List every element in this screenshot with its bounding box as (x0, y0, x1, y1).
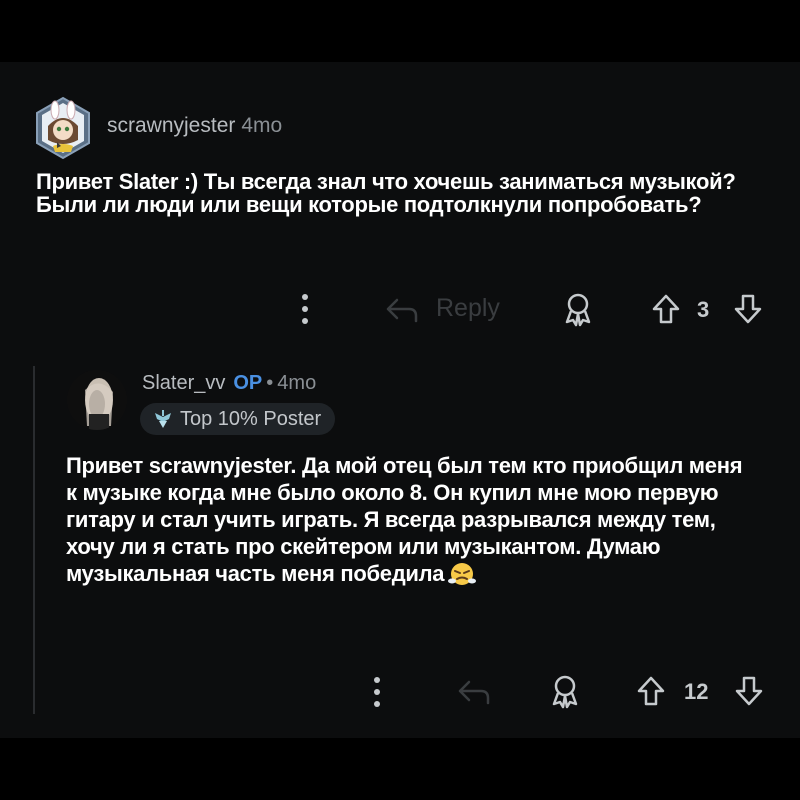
achievement-badge[interactable]: Top 10% Poster (140, 403, 336, 435)
comment-body: Привет scrawnyjester. Да мой отец был те… (66, 452, 756, 587)
reply-icon[interactable] (385, 296, 419, 324)
reply-button[interactable]: Reply (436, 294, 500, 323)
upvote-icon[interactable] (651, 293, 681, 325)
downvote-icon[interactable] (734, 675, 764, 707)
comment-age: 4mo (241, 114, 283, 137)
upvote-icon[interactable] (636, 675, 666, 707)
comment-author[interactable]: Slater_vv OP • 4mo (142, 372, 316, 395)
award-icon[interactable] (561, 291, 595, 327)
more-options-icon[interactable] (370, 675, 384, 709)
comment-age: 4mo (277, 372, 317, 394)
separator: • (266, 372, 274, 394)
triumph-face-emoji (448, 563, 477, 585)
comment-text: Привет scrawnyjester. Да мой отец был те… (66, 453, 743, 586)
award-icon[interactable] (548, 673, 582, 709)
thread-line[interactable] (33, 366, 35, 714)
more-options-icon[interactable] (298, 292, 312, 326)
username[interactable]: Slater_vv (142, 372, 225, 394)
op-badge: OP (233, 372, 263, 394)
top-poster-icon (155, 410, 171, 428)
reply-icon[interactable] (457, 678, 491, 706)
vote-count: 12 (684, 679, 709, 704)
comment-body: Привет Slater :) Ты всегда знал что хоче… (36, 169, 736, 217)
badge-label: Top 10% Poster (180, 408, 322, 430)
downvote-icon[interactable] (733, 293, 763, 325)
vote-count: 3 (697, 297, 710, 322)
user-avatar[interactable] (67, 370, 127, 430)
user-avatar[interactable] (31, 96, 95, 160)
username[interactable]: scrawnyjester (107, 114, 235, 137)
comment-author[interactable]: scrawnyjester 4mo (107, 114, 282, 138)
